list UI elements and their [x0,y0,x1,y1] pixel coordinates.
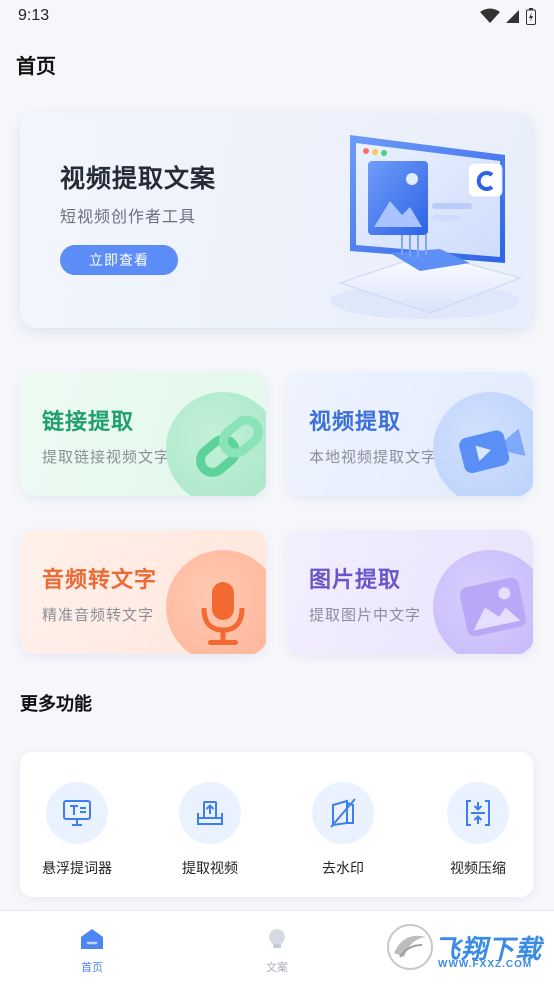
status-time: 9:13 [18,7,50,24]
feature-title: 音频转文字 [42,568,158,593]
feature-subtitle: 本地视频提取文字 [309,448,438,466]
home-icon [81,929,103,949]
video-icon [459,428,526,474]
tool-label: 提取视频 [182,861,238,877]
tool-label: 去水印 [322,861,364,877]
feature-subtitle: 提取链接视频文字 [42,448,171,466]
feature-subtitle: 精准音频转文字 [42,606,155,624]
watermark-logo-icon [387,924,433,970]
tool-label: 悬浮提词器 [42,861,112,877]
microphone-icon [201,582,245,645]
status-bar: 9:13 [0,0,554,32]
site-watermark: 飞翔下载 WWW.FXXZ.COM [386,921,546,973]
tab-copywriting[interactable]: 文案 [237,927,317,975]
feature-title: 链接提取 [42,410,135,435]
link-icon [196,415,263,477]
banner-title: 视频提取文案 [60,164,217,193]
feature-card-audio-to-text[interactable]: 音频转文字 精准音频转文字 [20,530,266,654]
feature-title: 视频提取 [309,410,402,435]
tool-icon-circle [447,782,509,844]
tab-home[interactable]: 首页 [52,927,132,975]
watermark-url: WWW.FXXZ.COM [438,959,533,970]
feature-title: 图片提取 [309,568,402,593]
status-icons [480,7,536,25]
feature-card-video-extract[interactable]: 视频提取 本地视频提取文字 [287,372,533,496]
tool-icon-circle [312,782,374,844]
computer-illustration-icon [330,135,522,319]
banner-subtitle: 短视频创作者工具 [60,207,197,226]
upload-tray-icon [197,801,223,825]
tool-extract-video[interactable]: 提取视频 [155,782,265,878]
image-icon [459,577,527,637]
tab-label: 首页 [81,961,103,974]
tool-icon-circle [179,782,241,844]
battery-icon [526,7,536,25]
bulb-icon [269,929,285,948]
teleprompter-icon [63,800,91,826]
feature-card-link-extract[interactable]: 链接提取 提取链接视频文字 [20,372,266,496]
tool-label: 视频压缩 [450,861,506,877]
tool-remove-watermark[interactable]: 去水印 [288,782,398,878]
feature-subtitle: 提取图片中文字 [309,606,422,624]
page-title: 首页 [16,54,56,78]
tool-video-compress[interactable]: 视频压缩 [423,782,533,878]
banner[interactable]: 视频提取文案 短视频创作者工具 立即查看 [20,113,533,328]
tool-icon-circle [46,782,108,844]
remove-watermark-icon [330,798,356,828]
more-functions-title: 更多功能 [20,694,92,715]
signal-icon [506,10,519,23]
tab-label: 文案 [266,961,288,974]
feature-card-image-extract[interactable]: 图片提取 提取图片中文字 [287,530,533,654]
view-now-button[interactable]: 立即查看 [60,245,178,275]
wifi-icon [480,8,500,23]
compress-icon [466,800,490,826]
more-functions-panel: 悬浮提词器 提取视频 去水印 视频压缩 [20,752,533,897]
tool-teleprompter[interactable]: 悬浮提词器 [22,782,132,878]
